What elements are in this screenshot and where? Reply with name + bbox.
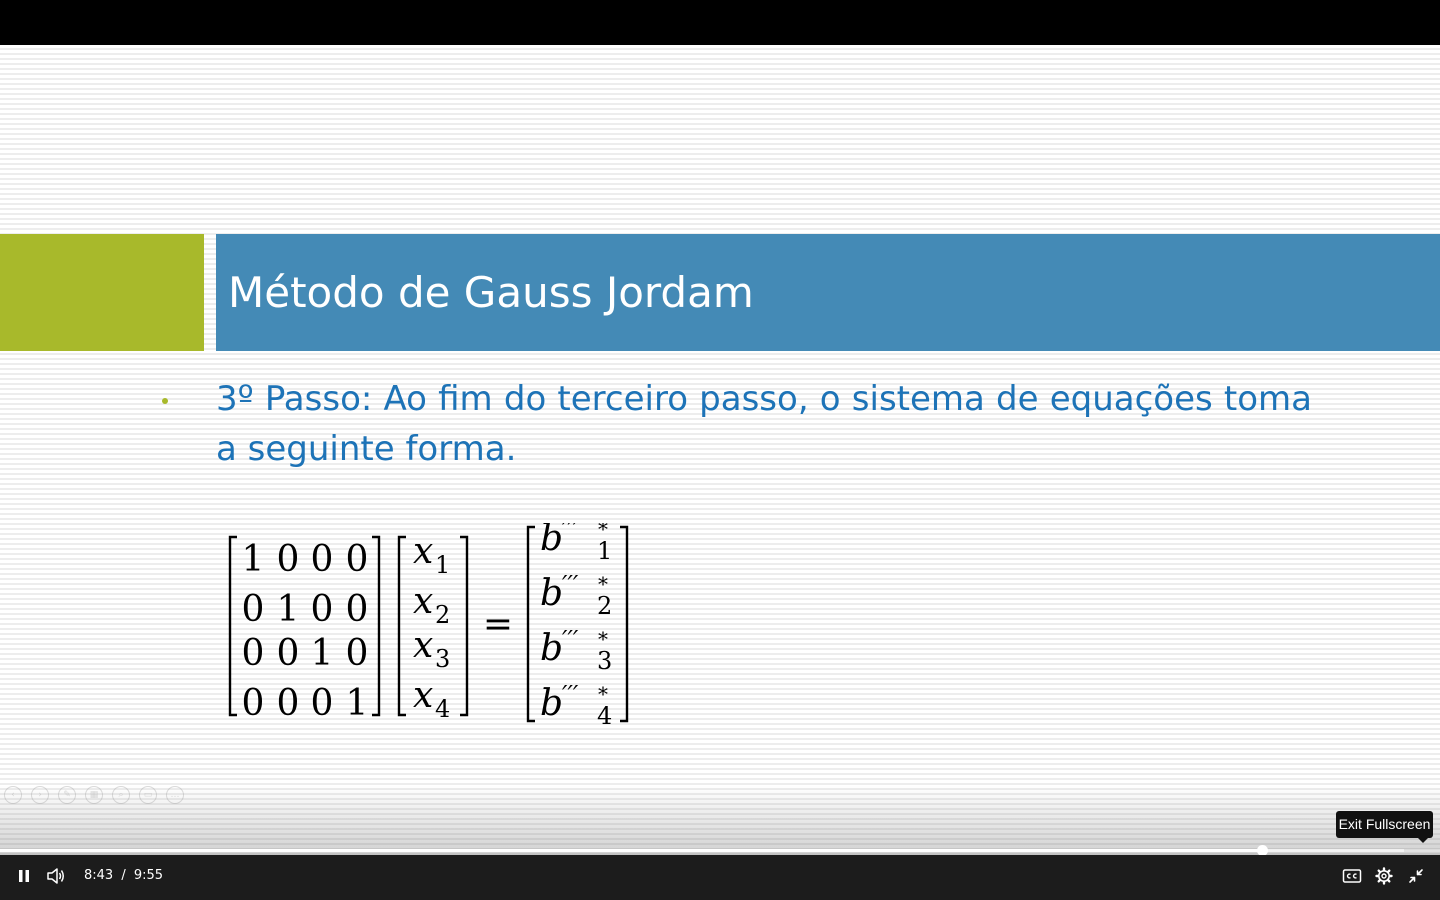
next-slide-icon[interactable]: › (31, 786, 49, 804)
matrix-right-bracket (372, 535, 381, 717)
rhs-subscript: 2 (597, 592, 612, 620)
control-bar (0, 855, 1440, 900)
unknown-subscript: 4 (435, 695, 450, 723)
slide-title: Método de Gauss Jordam (228, 268, 754, 317)
equals-sign: = (483, 604, 513, 645)
played-bar (0, 849, 1262, 852)
subtitles-icon[interactable]: ▭ (139, 786, 157, 804)
see-all-slides-icon[interactable]: ▦ (85, 786, 103, 804)
matrix-entry: 1 (242, 539, 265, 580)
matrix-entry: 1 (346, 683, 369, 724)
rhs-symbol: b (540, 523, 563, 559)
captions-button[interactable] (1341, 866, 1363, 886)
video-player[interactable]: Método de Gauss Jordam 3º Passo: Ao fim … (0, 0, 1440, 900)
rhs-subscript: 1 (597, 537, 612, 565)
settings-gear-icon (1375, 867, 1393, 885)
accent-block (0, 234, 204, 351)
matrix-entry: 0 (277, 683, 300, 724)
slide-navigation-toolbar: ‹ › ✎ ▦ ⌕ ▭ … (4, 786, 184, 804)
matrix-entry: 0 (311, 539, 334, 580)
presentation-slide: Método de Gauss Jordam 3º Passo: Ao fim … (0, 45, 1440, 855)
settings-button[interactable] (1373, 866, 1395, 886)
time-display: 8:43 / 9:55 (84, 866, 163, 886)
unknown-symbol: x (413, 625, 433, 666)
unknown-symbol: x (413, 581, 433, 622)
previous-slide-icon[interactable]: ‹ (4, 786, 22, 804)
pen-icon[interactable]: ✎ (58, 786, 76, 804)
time-separator: / (121, 868, 126, 883)
matrix-entry: 0 (242, 683, 265, 724)
pause-button[interactable] (14, 866, 34, 886)
duration: 9:55 (133, 868, 164, 883)
exit-fullscreen-icon (1409, 869, 1423, 883)
matrix-entry: 0 (311, 589, 334, 630)
volume-icon (47, 868, 64, 884)
matrix-entry: 0 (277, 539, 300, 580)
unknowns-right-bracket (460, 535, 469, 717)
matrix-equation: 1 0 0 00 1 0 00 0 1 00 0 0 1 x 1x 2x 3x 4 = b′′′ *1b′′′ *2… (228, 523, 629, 730)
matrix-entry: 0 (242, 633, 265, 674)
volume-button[interactable] (45, 866, 67, 886)
unknown-subscript: 2 (435, 601, 450, 629)
rhs-prime: ′′′ (562, 626, 579, 654)
bullet-marker (162, 398, 168, 404)
title-bar: Método de Gauss Jordam (216, 234, 1440, 351)
unknown-subscript: 1 (435, 551, 450, 579)
matrix-entry: 1 (277, 589, 300, 630)
exit-fullscreen-button[interactable] (1405, 866, 1427, 886)
unknowns-left-bracket (397, 535, 406, 717)
bullet-text: 3º Passo: Ao fim do terceiro passo, o si… (216, 379, 1312, 469)
matrix-entry: 1 (311, 633, 334, 674)
more-options-icon[interactable]: … (166, 786, 184, 804)
rhs-prime: ′′′ (562, 681, 579, 709)
rhs-prime: ′′′ (562, 523, 579, 544)
rhs-left-bracket (526, 525, 535, 723)
matrix-entry: 0 (346, 633, 369, 674)
pause-icon (19, 870, 29, 882)
captions-icon (1342, 869, 1362, 883)
zoom-icon[interactable]: ⌕ (112, 786, 130, 804)
unknown-subscript: 3 (435, 645, 450, 673)
matrix-entry: 0 (277, 633, 300, 674)
progress-bar[interactable] (0, 845, 1440, 856)
matrix-entry: 0 (242, 589, 265, 630)
controls-gradient (0, 785, 1440, 855)
matrix-entry: 0 (346, 539, 369, 580)
matrix-entry: 0 (346, 589, 369, 630)
matrix-entry: 0 (311, 683, 334, 724)
rhs-subscript: 4 (597, 702, 612, 730)
matrix-left-bracket (228, 535, 237, 717)
unknown-symbol: x (413, 531, 433, 572)
current-time: 8:43 (84, 868, 114, 883)
unknown-symbol: x (413, 675, 433, 716)
rhs-symbol: b (540, 683, 563, 724)
rhs-right-bracket (620, 525, 629, 723)
rhs-symbol: b (540, 573, 563, 614)
rhs-symbol: b (540, 628, 563, 669)
rhs-subscript: 3 (597, 647, 612, 675)
rhs-prime: ′′′ (562, 571, 579, 599)
exit-fullscreen-tooltip: Exit Fullscreen (1336, 811, 1433, 843)
